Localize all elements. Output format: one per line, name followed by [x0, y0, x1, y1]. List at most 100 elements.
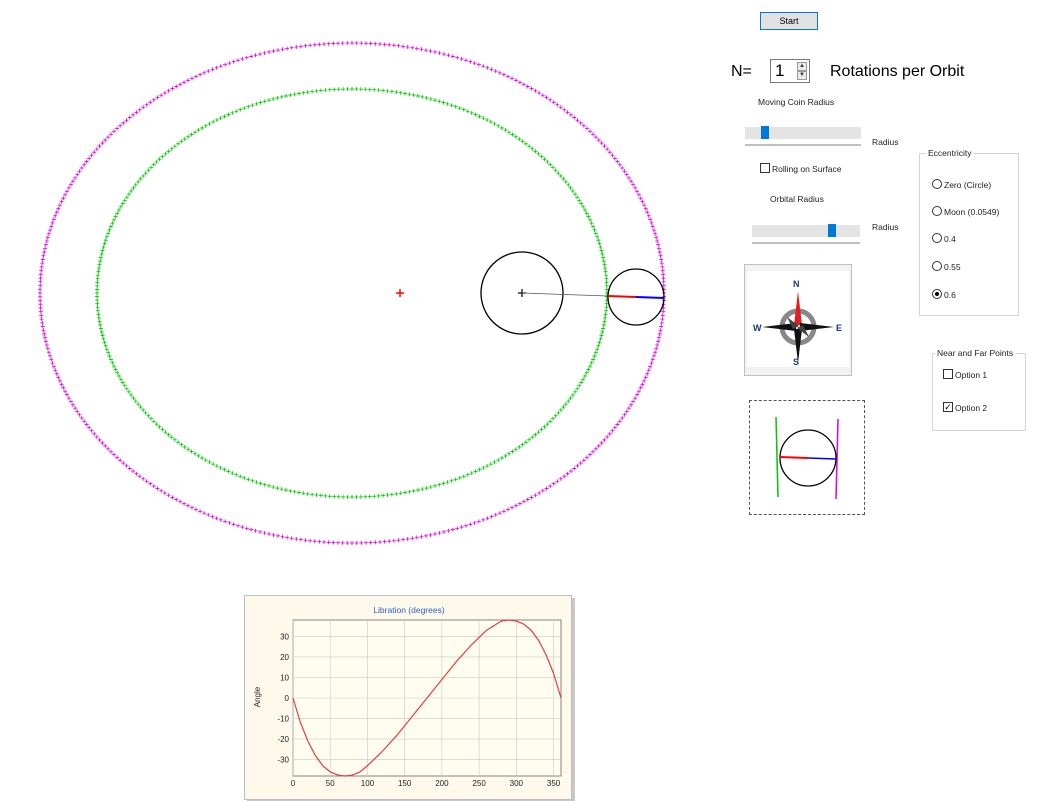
outer-orbit-marker: [359, 540, 364, 545]
inner-orbit-marker: [420, 487, 425, 492]
outer-orbit-marker: [70, 402, 75, 407]
inner-orbit-marker: [530, 435, 535, 440]
eccentricity-radio-1[interactable]: [932, 206, 942, 216]
outer-orbit-marker: [593, 135, 598, 140]
inner-orbit-marker: [358, 494, 363, 499]
compass-e: E: [836, 323, 842, 333]
outer-orbit-marker: [166, 493, 171, 498]
inner-orbit-marker: [99, 329, 104, 334]
outer-orbit-marker: [472, 61, 477, 66]
outer-orbit-marker: [510, 505, 515, 510]
outer-orbit-marker: [38, 291, 42, 295]
inner-orbit-marker: [179, 442, 184, 447]
outer-orbit-marker: [359, 41, 364, 46]
outer-orbit-marker: [118, 458, 123, 463]
outer-orbit-marker: [144, 102, 149, 107]
outer-orbit-marker: [53, 213, 58, 218]
stepper-up-icon[interactable]: ▲: [797, 62, 807, 71]
inner-orbit-marker: [310, 492, 315, 497]
outer-orbit-marker: [178, 82, 183, 87]
inner-orbit-marker: [499, 456, 504, 461]
outer-orbit-marker: [48, 353, 53, 358]
inner-orbit-marker: [284, 488, 289, 493]
outer-orbit-marker: [659, 324, 664, 329]
inner-orbit-marker: [262, 99, 267, 104]
outer-orbit-marker: [640, 199, 645, 204]
inner-orbit-marker: [561, 405, 566, 410]
inner-orbit-marker: [327, 87, 332, 92]
chart-x-tick-label: 50: [326, 779, 335, 788]
inner-orbit-marker: [403, 490, 408, 495]
inner-orbit-marker: [477, 114, 482, 119]
inner-orbit-marker: [242, 475, 247, 480]
outer-orbit-marker: [155, 486, 160, 491]
outer-orbit-marker: [377, 42, 382, 47]
near-far-group: Near and Far Points: [932, 348, 1026, 431]
eccentricity-radio-3[interactable]: [932, 261, 942, 271]
start-button[interactable]: Start: [760, 12, 818, 30]
inner-orbit-marker: [600, 329, 605, 334]
eccentricity-radio-0[interactable]: [932, 179, 942, 189]
outer-orbit-marker: [551, 481, 556, 486]
inner-orbit-marker: [341, 494, 346, 499]
outer-orbit-marker: [236, 58, 241, 63]
outer-orbit-marker: [468, 59, 473, 64]
inner-orbit-marker: [151, 419, 156, 424]
outer-orbit-marker: [544, 486, 549, 491]
inner-orbit-marker: [258, 100, 263, 105]
outer-orbit-marker: [345, 41, 350, 46]
outer-orbit-marker: [111, 129, 116, 134]
inner-orbit-marker: [453, 477, 458, 482]
outer-orbit-marker: [514, 78, 519, 83]
outer-orbit-marker: [602, 144, 607, 149]
outer-orbit-marker: [49, 357, 54, 362]
outer-orbit-marker: [218, 64, 223, 69]
eccentricity-radio-4[interactable]: [932, 289, 942, 299]
chart-y-tick-label: -10: [277, 715, 289, 724]
rolling-checkbox[interactable]: [760, 163, 770, 173]
inner-orbit-marker: [527, 437, 532, 442]
eccentricity-label-2: 0.4: [944, 234, 956, 244]
inner-orbit-marker: [558, 408, 563, 413]
inner-orbit-marker: [563, 179, 568, 184]
outer-orbit-marker: [262, 530, 267, 535]
stepper-down-icon[interactable]: ▼: [797, 71, 807, 80]
inner-orbit-marker: [98, 259, 103, 264]
option-2-checkbox[interactable]: ✓: [943, 402, 953, 412]
outer-orbit-marker: [198, 72, 203, 77]
inner-orbit-marker: [169, 146, 174, 151]
outer-orbit-marker: [124, 118, 129, 123]
outer-orbit-marker: [655, 342, 660, 347]
chart-y-axis-label: Angle: [253, 686, 262, 707]
inner-orbit-marker: [394, 90, 399, 95]
outer-orbit-marker: [382, 42, 387, 47]
outer-orbit-marker: [109, 449, 114, 454]
eccentricity-radio-2[interactable]: [932, 233, 942, 243]
inner-orbit-marker: [354, 87, 359, 92]
inner-orbit-marker: [600, 252, 605, 257]
outer-orbit-marker: [540, 488, 545, 493]
outer-orbit-marker: [521, 82, 526, 87]
outer-orbit-marker: [533, 493, 538, 498]
outer-orbit-marker: [396, 43, 401, 48]
outer-orbit-marker: [660, 313, 665, 318]
outer-orbit-marker: [285, 535, 290, 540]
inner-orbit-marker: [561, 176, 566, 181]
rotations-stepper[interactable]: 1 ▲ ▼: [770, 59, 810, 83]
inner-orbit-marker: [542, 424, 547, 429]
outer-orbit-marker: [548, 97, 553, 102]
chart-x-tick-label: 150: [398, 779, 412, 788]
inner-orbit-marker: [234, 472, 239, 477]
outer-orbit-marker: [141, 476, 146, 481]
inner-orbit-marker: [469, 110, 474, 115]
inner-orbit-marker: [573, 192, 578, 197]
rotations-value: 1: [775, 61, 785, 80]
inner-orbit-marker: [449, 103, 454, 108]
option-1-checkbox[interactable]: [943, 369, 953, 379]
inner-orbit-marker: [95, 294, 100, 299]
outer-orbit-marker: [590, 449, 595, 454]
outer-orbit-marker: [271, 49, 276, 54]
inner-orbit-marker: [157, 424, 162, 429]
outer-orbit-marker: [59, 199, 64, 204]
inner-orbit-marker: [398, 491, 403, 496]
